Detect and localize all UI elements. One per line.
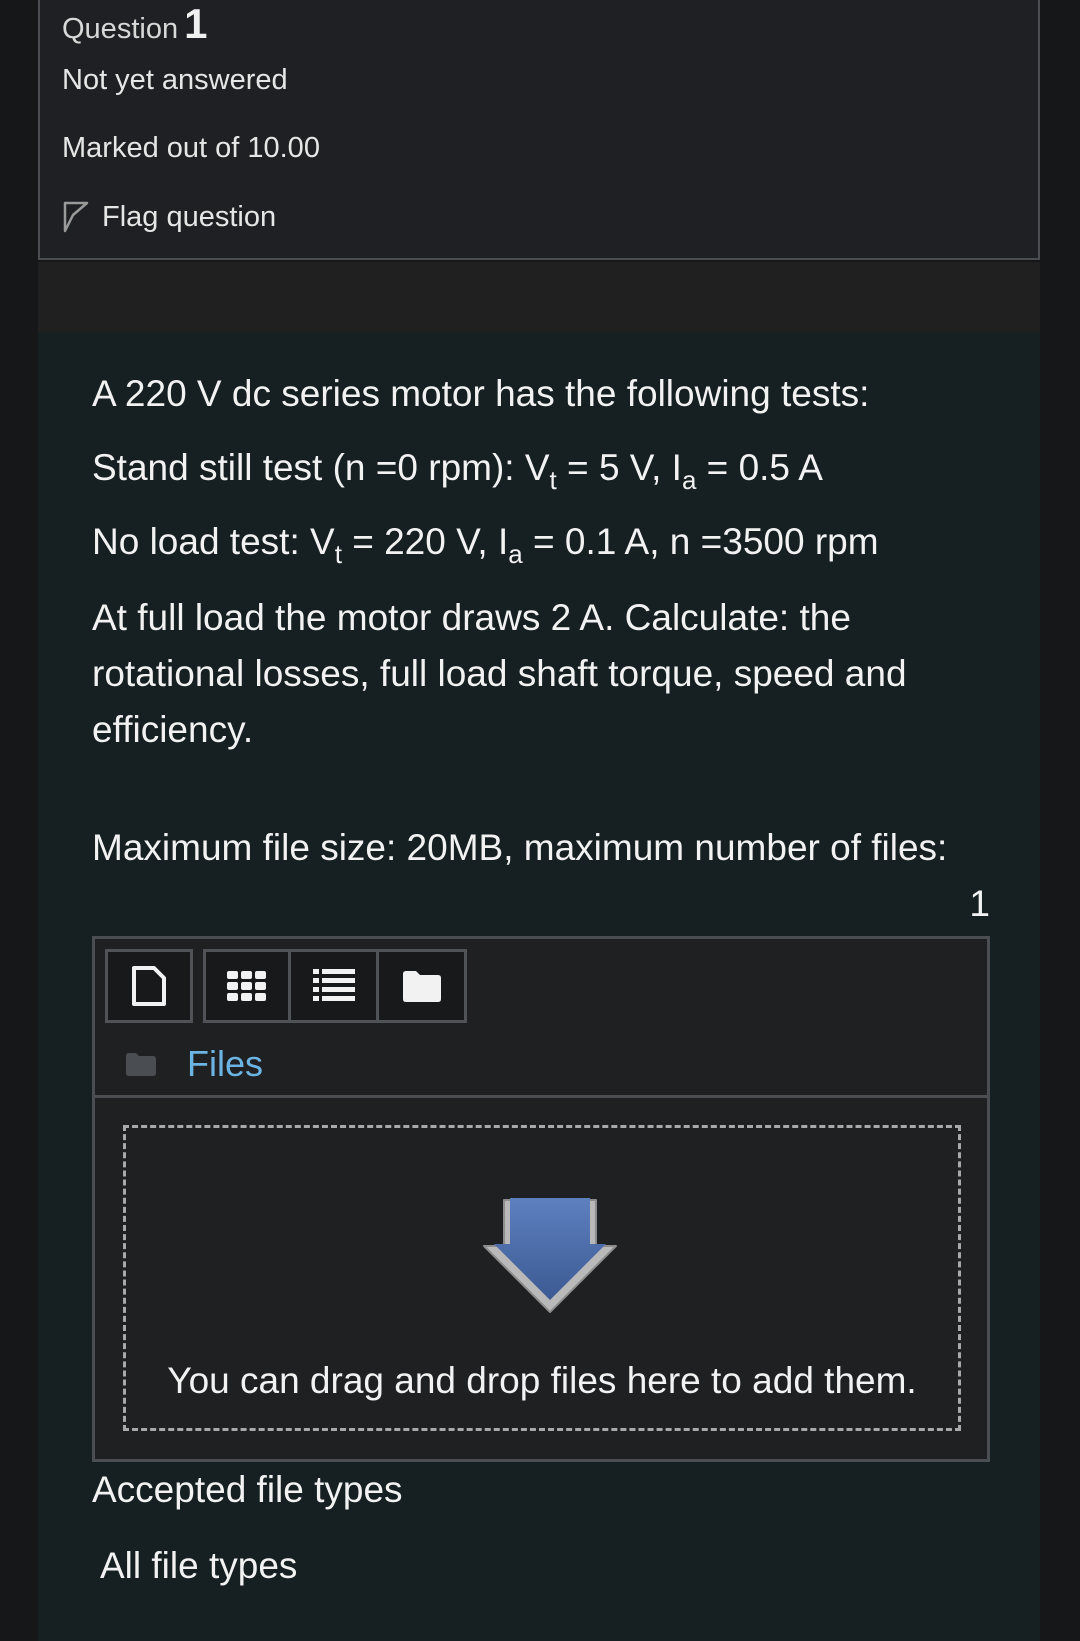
subscript-a: a [681,465,697,495]
list-view-icon [312,969,355,1001]
separator-band [38,262,1040,332]
files-path-link[interactable]: Files [187,1043,263,1085]
noload-test-suffix: = 0.1 A, n =3500 rpm [522,521,879,562]
folder-icon [126,1053,156,1076]
file-manager-toolbar [105,949,467,1023]
folder-view-icon [402,971,441,1002]
drop-instructions: You can drag and drop files here to add … [167,1360,917,1401]
list-view-button[interactable] [291,949,379,1023]
question-label: Question [62,13,179,45]
question-heading: Question 1 [62,0,207,48]
accepted-file-types-label: Accepted file types [92,1469,403,1510]
flag-question-label: Flag question [102,200,277,233]
flag-question-link[interactable]: Flag question [62,200,276,234]
question-info-panel: Question 1 Not yet answered Marked out of… [38,0,1040,260]
subscript-a: a [508,539,523,569]
standstill-test-mid: = 5 V, I [556,447,682,488]
question-text-line-2: Stand still test (n =0 rpm): Vt = 5 V, I… [92,440,972,496]
noload-test-prefix: No load test: V [92,521,335,562]
question-content: A 220 V dc series motor has the followin… [38,332,1040,1641]
upload-limits: Maximum file size: 20MB, maximum number … [92,820,990,932]
question-state: Not yet answered [62,64,288,96]
question-text-line-3: No load test: Vt = 220 V, Ia = 0.1 A, n … [92,514,972,570]
icons-view-button[interactable] [203,949,291,1023]
flag-icon [63,201,89,233]
question-number: 1 [184,0,208,47]
subscript-t: t [334,539,342,569]
standstill-test-suffix: = 0.5 A [696,447,823,488]
file-manager-divider [95,1095,987,1098]
question-text-line-4: At full load the motor draws 2 A. Calcul… [92,597,907,750]
accepted-file-types-value: All file types [100,1545,298,1586]
file-path-bar: Files [125,1043,263,1085]
add-file-button[interactable] [105,949,193,1023]
file-drop-zone[interactable]: You can drag and drop files here to add … [123,1125,961,1431]
standstill-test-prefix: Stand still test (n =0 rpm): V [92,447,550,488]
file-manager: Files You can drag and drop files here t… [92,936,990,1462]
noload-test-mid: = 220 V, I [341,521,509,562]
file-add-icon [132,966,166,1006]
drop-arrow-icon [483,1198,617,1313]
subscript-t: t [549,465,557,495]
question-text-line-1: A 220 V dc series motor has the followin… [92,373,870,414]
upload-limits-text: Maximum file size: 20MB, maximum number … [92,827,948,868]
quiz-page: Question 1 Not yet answered Marked out of… [0,0,1080,1641]
max-files-count: 1 [969,883,990,924]
tree-view-button[interactable] [379,949,467,1023]
question-marks: Marked out of 10.00 [62,132,320,164]
grid-view-icon [227,971,266,1001]
